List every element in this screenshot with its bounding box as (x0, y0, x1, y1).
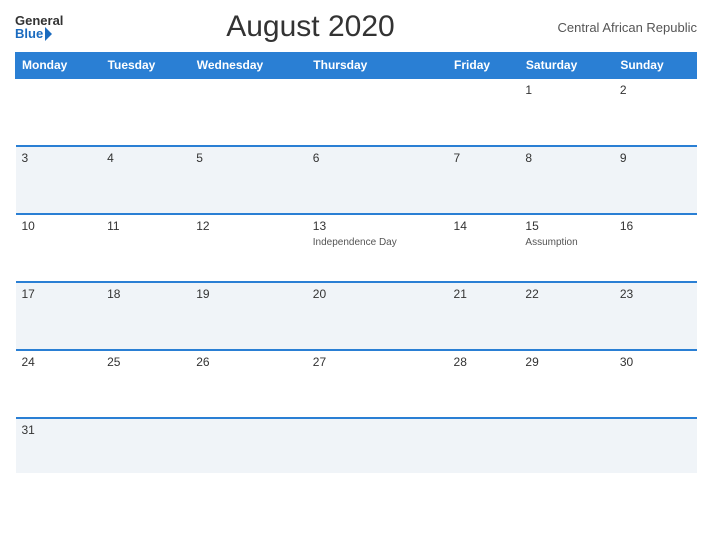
calendar-cell: 30 (614, 350, 697, 418)
day-number: 12 (196, 219, 301, 233)
logo: General Blue (15, 14, 63, 41)
logo-arrow-icon (45, 27, 52, 41)
day-number: 6 (313, 151, 442, 165)
calendar-cell: 14 (448, 214, 520, 282)
event-label: Assumption (525, 236, 607, 249)
calendar-cell: 20 (307, 282, 448, 350)
day-number: 15 (525, 219, 607, 233)
calendar-cell: 22 (519, 282, 613, 350)
days-header-row: Monday Tuesday Wednesday Thursday Friday… (16, 53, 697, 79)
day-number: 20 (313, 287, 442, 301)
header-sunday: Sunday (614, 53, 697, 79)
calendar-header: General Blue August 2020 Central African… (15, 10, 697, 44)
day-number: 28 (454, 355, 514, 369)
calendar-cell: 16 (614, 214, 697, 282)
month-title: August 2020 (226, 10, 394, 44)
calendar-cell (101, 418, 190, 473)
header-saturday: Saturday (519, 53, 613, 79)
logo-blue-text: Blue (15, 27, 43, 40)
week-row-1: 12 (16, 78, 697, 146)
day-number: 13 (313, 219, 442, 233)
calendar-cell: 5 (190, 146, 307, 214)
day-number: 24 (22, 355, 96, 369)
calendar-cell (448, 78, 520, 146)
header-friday: Friday (448, 53, 520, 79)
day-number: 18 (107, 287, 184, 301)
calendar-cell: 18 (101, 282, 190, 350)
week-row-3: 10 11 12 13 Independence Day 14 15 Assumption 16 (16, 214, 697, 282)
day-number: 1 (525, 83, 607, 97)
calendar-cell (307, 418, 448, 473)
day-number: 25 (107, 355, 184, 369)
day-number: 27 (313, 355, 442, 369)
calendar-cell: 19 (190, 282, 307, 350)
calendar-cell: 29 (519, 350, 613, 418)
calendar-cell: 23 (614, 282, 697, 350)
day-number: 5 (196, 151, 301, 165)
calendar-cell: 28 (448, 350, 520, 418)
day-number: 23 (620, 287, 691, 301)
calendar-cell: 1 (519, 78, 613, 146)
day-number: 22 (525, 287, 607, 301)
day-number: 8 (525, 151, 607, 165)
week-row-2: 3456789 (16, 146, 697, 214)
calendar-grid: Monday Tuesday Wednesday Thursday Friday… (15, 52, 697, 473)
calendar-cell: 7 (448, 146, 520, 214)
day-number: 21 (454, 287, 514, 301)
calendar-cell: 31 (16, 418, 102, 473)
calendar-cell (614, 418, 697, 473)
day-number: 2 (620, 83, 691, 97)
day-number: 17 (22, 287, 96, 301)
calendar-cell: 6 (307, 146, 448, 214)
calendar-cell (16, 78, 102, 146)
day-number: 11 (107, 219, 184, 233)
calendar-cell: 27 (307, 350, 448, 418)
calendar-cell (190, 418, 307, 473)
day-number: 10 (22, 219, 96, 233)
calendar-cell: 12 (190, 214, 307, 282)
calendar-container: General Blue August 2020 Central African… (0, 0, 712, 550)
calendar-cell (448, 418, 520, 473)
logo-general-text: General (15, 14, 63, 27)
calendar-cell: 21 (448, 282, 520, 350)
day-number: 31 (22, 423, 96, 437)
header-monday: Monday (16, 53, 102, 79)
header-thursday: Thursday (307, 53, 448, 79)
calendar-cell (307, 78, 448, 146)
week-row-5: 24 25 26 27 28 29 30 (16, 350, 697, 418)
calendar-cell (190, 78, 307, 146)
day-number: 14 (454, 219, 514, 233)
day-number: 19 (196, 287, 301, 301)
day-number: 4 (107, 151, 184, 165)
calendar-cell: 13 Independence Day (307, 214, 448, 282)
calendar-cell: 24 (16, 350, 102, 418)
week-row-6: 31 (16, 418, 697, 473)
calendar-cell: 25 (101, 350, 190, 418)
calendar-cell: 3 (16, 146, 102, 214)
calendar-cell: 15 Assumption (519, 214, 613, 282)
header-wednesday: Wednesday (190, 53, 307, 79)
calendar-cell (519, 418, 613, 473)
day-number: 3 (22, 151, 96, 165)
calendar-cell: 8 (519, 146, 613, 214)
calendar-cell: 9 (614, 146, 697, 214)
day-number: 16 (620, 219, 691, 233)
day-number: 9 (620, 151, 691, 165)
calendar-cell: 2 (614, 78, 697, 146)
calendar-cell (101, 78, 190, 146)
day-number: 30 (620, 355, 691, 369)
day-number: 7 (454, 151, 514, 165)
calendar-cell: 11 (101, 214, 190, 282)
day-number: 26 (196, 355, 301, 369)
event-label: Independence Day (313, 236, 442, 249)
day-number: 29 (525, 355, 607, 369)
calendar-cell: 26 (190, 350, 307, 418)
week-row-4: 17 18 19 20 21 22 23 (16, 282, 697, 350)
calendar-cell: 10 (16, 214, 102, 282)
calendar-cell: 17 (16, 282, 102, 350)
calendar-cell: 4 (101, 146, 190, 214)
country-name: Central African Republic (558, 20, 697, 35)
header-tuesday: Tuesday (101, 53, 190, 79)
